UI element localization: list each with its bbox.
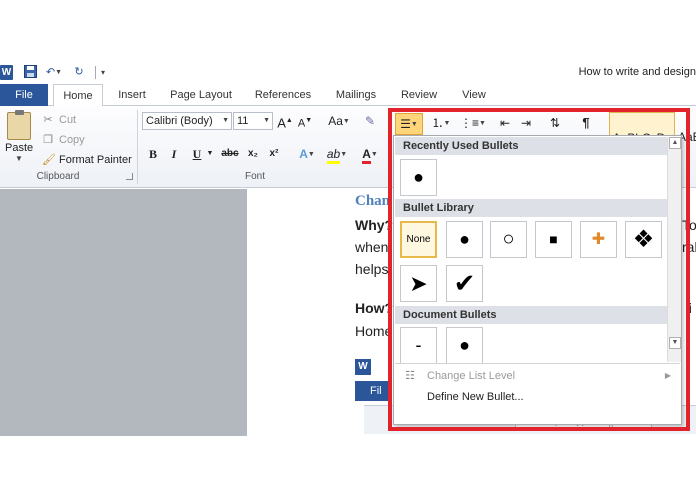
red-highlight-frame xyxy=(388,108,690,431)
copy-icon: ❐ xyxy=(43,134,53,146)
font-color-button[interactable]: A▼ xyxy=(356,145,384,164)
inset-file-tab: Fil xyxy=(355,381,389,401)
save-icon[interactable] xyxy=(22,65,38,80)
document-home: Home xyxy=(355,323,393,339)
tab-file[interactable]: File xyxy=(0,84,48,106)
copy-label: Copy xyxy=(59,134,85,146)
qat-separator xyxy=(95,66,96,79)
document-heading: Chan xyxy=(355,193,391,209)
italic-button[interactable]: I xyxy=(168,145,180,163)
tab-home[interactable]: Home xyxy=(53,84,103,107)
cut-button[interactable]: ✂ Cut xyxy=(42,112,76,128)
screenshot-stage: W ↶▼ ↻ ▾ How to write and design File Ho… xyxy=(0,62,696,436)
text-effects-button[interactable]: A▼ xyxy=(294,145,320,163)
underline-button[interactable]: U xyxy=(190,145,204,163)
undo-icon[interactable]: ↶▼ xyxy=(43,65,65,80)
clear-formatting-icon[interactable]: ✎ xyxy=(362,112,378,130)
document-line-when: when xyxy=(355,239,389,255)
clipboard-group-label: Clipboard xyxy=(36,171,80,182)
cut-label: Cut xyxy=(59,114,77,126)
scissors-icon: ✂ xyxy=(43,114,53,126)
tab-review[interactable]: Review xyxy=(394,84,444,106)
tab-view[interactable]: View xyxy=(454,84,494,106)
font-color-label: A xyxy=(362,147,371,164)
customize-qat-icon[interactable]: ▾ xyxy=(98,65,108,80)
redo-icon[interactable]: ↻ xyxy=(72,65,86,80)
font-name-value: Calibri (Body) xyxy=(146,115,213,127)
clipboard-launcher-icon[interactable] xyxy=(126,173,133,180)
strikethrough-button[interactable]: abc xyxy=(220,145,240,163)
highlight-label: ab xyxy=(326,147,341,164)
tab-insert[interactable]: Insert xyxy=(110,84,154,106)
word-app-icon[interactable]: W xyxy=(0,65,13,80)
underline-dropdown-icon[interactable]: ▼ xyxy=(206,145,214,163)
shrink-font-button[interactable]: A▼ xyxy=(297,112,313,130)
format-painter-button[interactable]: 🖌 Format Painter xyxy=(42,152,132,168)
chevron-down-icon: ▼ xyxy=(222,117,229,124)
chevron-down-icon: ▼ xyxy=(263,117,270,124)
font-name-combo[interactable]: Calibri (Body) ▼ xyxy=(142,112,232,130)
highlight-color-button[interactable]: ab▼ xyxy=(322,145,352,164)
tab-page-layout[interactable]: Page Layout xyxy=(166,84,236,106)
format-painter-label: Format Painter xyxy=(59,154,132,166)
paintbrush-icon: 🖌 xyxy=(42,154,56,166)
text-effects-label: A xyxy=(299,147,308,161)
subscript-button[interactable]: x₂ xyxy=(245,145,261,163)
window-title: How to write and design xyxy=(578,66,696,78)
group-separator xyxy=(137,110,138,184)
superscript-button[interactable]: x² xyxy=(266,145,282,163)
font-size-combo[interactable]: 11 ▼ xyxy=(233,112,273,130)
grow-font-label: A xyxy=(277,115,286,131)
paste-icon[interactable] xyxy=(7,110,31,140)
ribbon-tabs: File Home Insert Page Layout References … xyxy=(0,84,696,107)
tab-references[interactable]: References xyxy=(248,84,318,106)
tab-mailings[interactable]: Mailings xyxy=(328,84,384,106)
inset-word-icon: W xyxy=(355,359,371,375)
title-bar: W ↶▼ ↻ ▾ How to write and design xyxy=(0,62,696,84)
paste-dropdown-icon[interactable]: ▼ xyxy=(15,154,23,163)
copy-button[interactable]: ❐ Copy xyxy=(42,132,85,148)
bold-button[interactable]: B xyxy=(146,145,160,163)
document-line-helps: helps xyxy=(355,261,389,277)
change-case-label: Aa xyxy=(328,114,343,128)
change-case-button[interactable]: Aa▼ xyxy=(326,112,352,130)
paste-button-label[interactable]: Paste xyxy=(5,142,33,154)
font-group-label: Font xyxy=(244,171,265,182)
font-size-value: 11 xyxy=(237,115,249,127)
grow-font-button[interactable]: A▲ xyxy=(277,112,293,130)
